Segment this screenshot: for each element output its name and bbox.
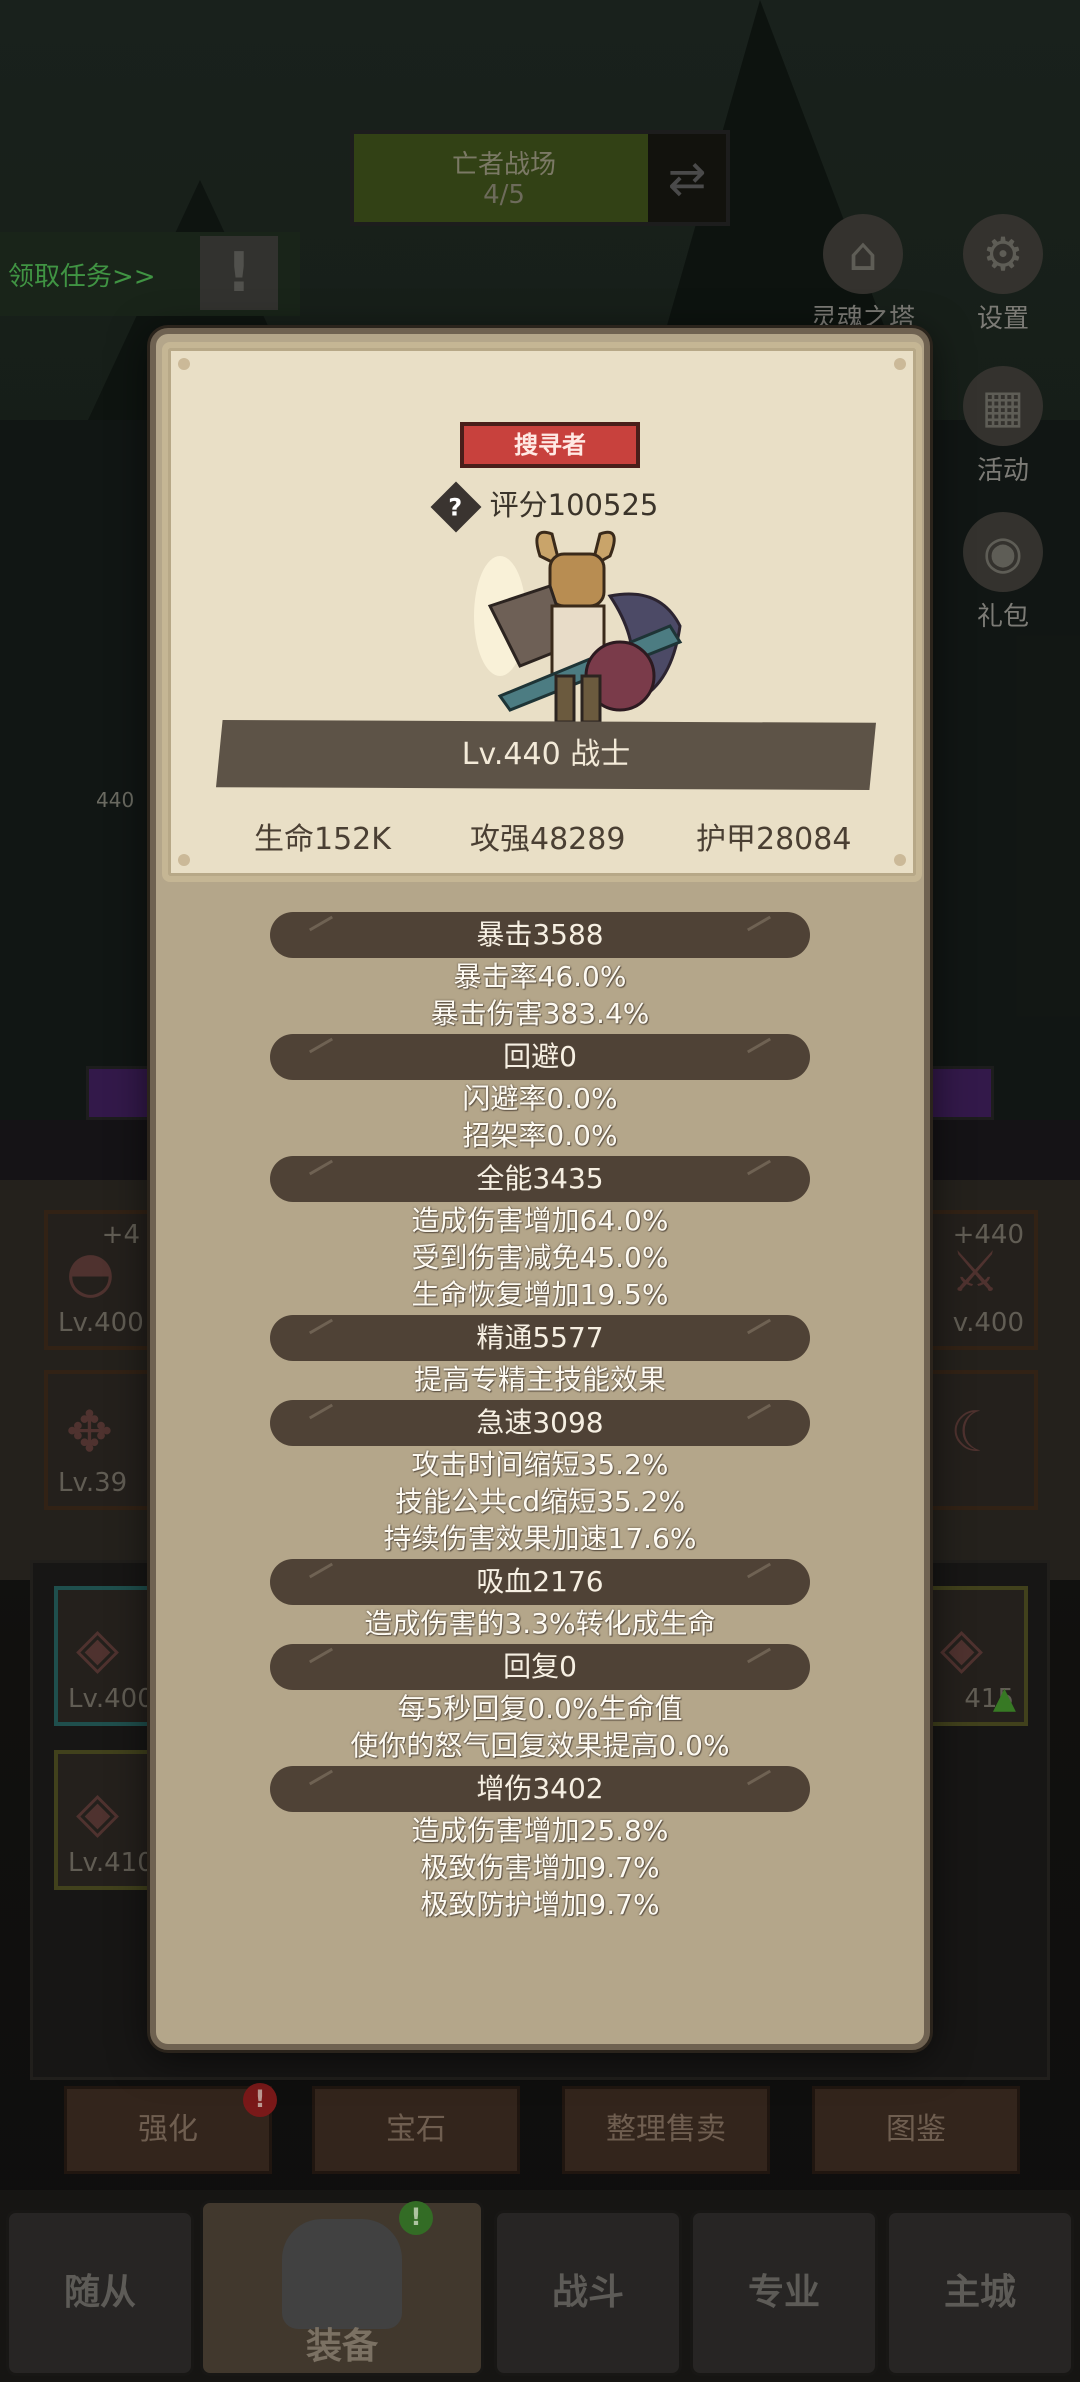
- class-tag: 搜寻者: [460, 422, 640, 468]
- attribute-detail: 每5秒回复0.0%生命值: [397, 1692, 683, 1725]
- score-value: 评分100525: [489, 488, 659, 522]
- rivet-icon: [178, 358, 190, 370]
- attribute-detail: 极致防护增加9.7%: [420, 1888, 660, 1921]
- attribute-header: 精通5577: [270, 1315, 810, 1361]
- rivet-icon: [178, 854, 190, 866]
- attribute-group: 吸血2176 造成伤害的3.3%转化成生命: [156, 1559, 924, 1642]
- attribute-detail: 受到伤害减免45.0%: [411, 1241, 669, 1274]
- attribute-detail: 闪避率0.0%: [462, 1082, 618, 1115]
- warrior-character-icon: [474, 530, 683, 724]
- attribute-detail: 极致伤害增加9.7%: [420, 1851, 660, 1884]
- attribute-group: 回避0 闪避率0.0% 招架率0.0%: [156, 1034, 924, 1154]
- level-class-bar: Lv.440 战士: [216, 720, 876, 790]
- attribute-header: 吸血2176: [270, 1559, 810, 1605]
- attribute-group: 增伤3402 造成伤害增加25.8% 极致伤害增加9.7% 极致防护增加9.7%: [156, 1766, 924, 1923]
- attribute-header: 急速3098: [270, 1400, 810, 1446]
- attribute-header: 回避0: [270, 1034, 810, 1080]
- attribute-detail: 持续伤害效果加速17.6%: [383, 1522, 697, 1555]
- attribute-detail: 使你的怒气回复效果提高0.0%: [350, 1729, 730, 1762]
- attribute-header: 回复0: [270, 1644, 810, 1690]
- character-card: 搜寻者 ? 评分100525 Lv.440 战士 生命152K 攻强48289 护…: [162, 342, 922, 882]
- core-stats: 生命152K 攻强48289 护甲28084: [168, 814, 928, 857]
- attribute-detail: 招架率0.0%: [462, 1119, 618, 1152]
- armor-stat: 护甲28084: [696, 822, 852, 857]
- attribute-detail: 生命恢复增加19.5%: [411, 1278, 669, 1311]
- attribute-list: 暴击3588 暴击率46.0% 暴击伤害383.4% 回避0 闪避率0.0% 招…: [156, 912, 924, 1925]
- rivet-icon: [894, 854, 906, 866]
- attribute-group: 急速3098 攻击时间缩短35.2% 技能公共cd缩短35.2% 持续伤害效果加…: [156, 1400, 924, 1557]
- help-icon[interactable]: ?: [430, 481, 482, 533]
- attribute-detail: 造成伤害增加64.0%: [411, 1204, 669, 1237]
- attribute-detail: 暴击伤害383.4%: [430, 997, 650, 1030]
- attribute-detail: 提高专精主技能效果: [413, 1363, 666, 1396]
- hp-stat: 生命152K: [254, 822, 391, 857]
- attribute-detail: 造成伤害增加25.8%: [411, 1814, 669, 1847]
- attribute-detail: 暴击率46.0%: [453, 960, 627, 993]
- attribute-group: 全能3435 造成伤害增加64.0% 受到伤害减免45.0% 生命恢复增加19.…: [156, 1156, 924, 1313]
- attack-stat: 攻强48289: [470, 822, 626, 857]
- score-row: ? 评分100525: [168, 481, 928, 533]
- attribute-header: 增伤3402: [270, 1766, 810, 1812]
- rivet-icon: [894, 358, 906, 370]
- attribute-detail: 技能公共cd缩短35.2%: [394, 1485, 686, 1518]
- attribute-detail: 造成伤害的3.3%转化成生命: [364, 1607, 716, 1640]
- attribute-group: 回复0 每5秒回复0.0%生命值 使你的怒气回复效果提高0.0%: [156, 1644, 924, 1764]
- attribute-header: 暴击3588: [270, 912, 810, 958]
- attribute-header: 全能3435: [270, 1156, 810, 1202]
- attribute-detail: 攻击时间缩短35.2%: [411, 1448, 669, 1481]
- attribute-group: 精通5577 提高专精主技能效果: [156, 1315, 924, 1398]
- attribute-group: 暴击3588 暴击率46.0% 暴击伤害383.4%: [156, 912, 924, 1032]
- character-attributes-dialog[interactable]: 搜寻者 ? 评分100525 Lv.440 战士 生命152K 攻强48289 护…: [150, 328, 930, 2050]
